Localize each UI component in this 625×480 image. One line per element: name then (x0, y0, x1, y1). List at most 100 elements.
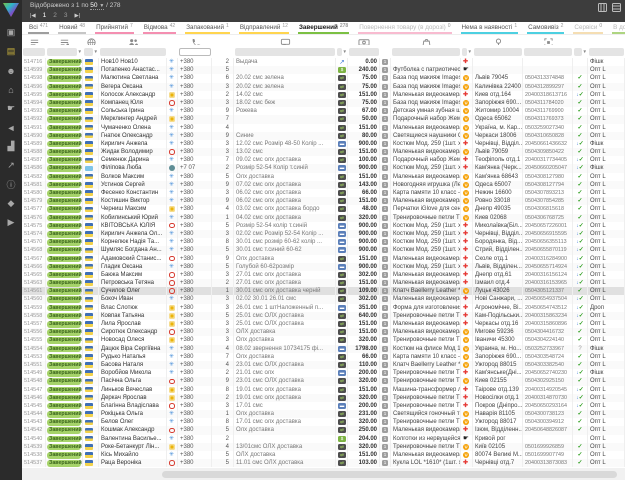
tab-Всі[interactable]: Всі471 (28, 22, 49, 34)
order-row[interactable]: 514590ЗавершенийГнатюк Олександр✳+3809Си… (22, 132, 625, 140)
filter-input-country[interactable] (84, 48, 93, 56)
order-row[interactable]: 514716ЗавершенийНов10 Нов10✳+3802Выдача↗… (22, 58, 625, 66)
tab-Самовивіз[interactable]: Самовивіз2 (527, 22, 564, 34)
tab-Повернення товару (в дорозі)[interactable]: Повернення товару (в дорозі)0 (358, 22, 451, 34)
order-row[interactable]: 514561ЗавершенийСучилов Олег+380130.01 с… (22, 287, 625, 295)
filter-input-amount[interactable] (349, 48, 379, 56)
filter-input-phone[interactable] (179, 48, 211, 56)
filter-input-client_type[interactable] (589, 48, 624, 56)
order-row[interactable]: 514586ЗавершенийФіліпова Люба+7 072Розмі… (22, 164, 625, 172)
order-row[interactable]: 514599ЗавершенийПотапенко Анастас...✳+38… (22, 66, 625, 74)
order-row[interactable]: 514549ЗавершенийВоробйов Микола✳+380221.… (22, 369, 625, 377)
filter-amount[interactable] (348, 45, 380, 58)
order-row[interactable]: 514557ЗавершенийЛила Ярослав+380325.01 с… (22, 320, 625, 328)
order-row[interactable]: 514540ЗавершенийВалентина Василье...✳+38… (22, 435, 625, 443)
settings-icon[interactable] (612, 3, 621, 12)
first-page-icon[interactable]: |◀ (30, 13, 36, 19)
order-row[interactable]: 514563ЗавершенийПетровська Тетяна+380227… (22, 279, 625, 287)
page-number[interactable]: 1 (43, 12, 47, 19)
filter-carrier[interactable]: ▼ (461, 45, 473, 58)
order-row[interactable]: 514574ЗавершенийКирилич Анжела Ол...✳+38… (22, 230, 625, 238)
filter-country[interactable]: ▼ (83, 45, 99, 58)
order-row[interactable]: 514545ЗавершенийБлагінна Владіслава+3803… (22, 402, 625, 410)
order-row[interactable]: 514591ЗавершенийЧумаченко Олена✳+3804⇄15… (22, 124, 625, 132)
order-row[interactable]: 514592ЗавершенийМерклингер Андрей+3807⇄5… (22, 115, 625, 123)
clients-icon[interactable]: ☻ (0, 61, 22, 80)
order-row[interactable]: 514568ЗавершенийШумляс Богдана Ан...✳+38… (22, 246, 625, 254)
order-row[interactable]: 514556ЗавершенийСиротюк Олександр+3803ОЛ… (22, 328, 625, 336)
tab-В дорозі додому[interactable]: В дорозі додому (612, 22, 625, 34)
tab-Відправлений[interactable]: Відправлений12 (239, 22, 289, 34)
order-row[interactable]: 514539ЗавершенийРоке-Бетанкурт Лін...+38… (22, 443, 625, 451)
app-logo[interactable] (3, 3, 19, 17)
order-row[interactable]: 514582ЗавершенийВолков Максим✳+3805Олх д… (22, 173, 625, 181)
filter-comment[interactable] (234, 45, 336, 58)
tab-Сервіси[interactable]: Сервіси0 (573, 22, 603, 34)
tab-Запакований[interactable]: Запакований1 (185, 22, 230, 34)
filter-phone[interactable] (178, 45, 212, 58)
columns-icon[interactable] (598, 3, 607, 12)
filter-input-client_name[interactable] (100, 48, 166, 56)
info-icon[interactable]: ⓘ (0, 175, 22, 194)
order-row[interactable]: 514542ЗавершенийКошмак Александр+3805Олх… (22, 426, 625, 434)
order-row[interactable]: 514587ЗавершенийСеменюк Дарина✳+380709.0… (22, 156, 625, 164)
stats-icon[interactable]: ▟ (0, 137, 22, 156)
filter-city[interactable] (473, 45, 523, 58)
filter-input-ttn[interactable] (524, 48, 572, 56)
last-page-icon[interactable]: ▶| (75, 13, 81, 19)
integrations-icon[interactable]: ↗ (0, 156, 22, 175)
filter-product[interactable] (391, 45, 461, 58)
filter-input-carrier[interactable] (462, 48, 467, 56)
order-row[interactable]: 514577ЗавершенийЧерниш Максим+380403.02 … (22, 205, 625, 213)
order-row[interactable]: 514580ЗавершенийФесенко Константин✳+3803… (22, 189, 625, 197)
order-row[interactable]: 514537ЗавершенийРаца Вероніка+380511.01 … (22, 459, 625, 467)
horizontal-scrollbar[interactable] (22, 468, 625, 480)
scrollbar-thumb[interactable] (162, 471, 617, 478)
order-row[interactable]: 514560ЗавершенийБокоч Иван✳+380302.02 30… (22, 295, 625, 303)
tab-Відмова[interactable]: Відмова42 (143, 22, 176, 34)
order-row[interactable]: 514581ЗавершенийУстинов Сергей✳+380907.0… (22, 181, 625, 189)
filter-input-city[interactable] (474, 48, 522, 56)
filter-input-id[interactable] (23, 48, 45, 56)
marketing-icon[interactable]: ◄ (0, 118, 22, 137)
order-row[interactable]: 514553ЗавершенийРудько Наталья✳+3807Олх … (22, 353, 625, 361)
tab-Нема в наявності[interactable]: Нема в наявності1 (461, 22, 519, 34)
filter-status[interactable]: ▼ (46, 45, 83, 58)
filter-client_name[interactable] (99, 45, 167, 58)
filter-check[interactable]: ▼ (573, 45, 588, 58)
order-row[interactable]: 514575ЗавершенийКВІТОВСЬКА ЮЛІЯ+3805Розм… (22, 222, 625, 230)
filter-id[interactable] (22, 45, 46, 58)
tab-Прийнятий[interactable]: Прийнятий7 (95, 22, 134, 34)
filter-input-status[interactable] (47, 48, 77, 56)
filter-payment[interactable]: ▼ (336, 45, 348, 58)
filter-input-payment[interactable] (337, 48, 342, 56)
page-number[interactable]: 2 (53, 12, 57, 19)
page-number[interactable]: 3 (64, 12, 68, 19)
sales-icon[interactable]: ☛ (0, 99, 22, 118)
order-row[interactable]: 514548ЗавершенийПасічна Ольга+380923.01 … (22, 377, 625, 385)
tab-Завершений[interactable]: Завершений278 (298, 22, 349, 34)
order-row[interactable]: 514595ЗавершенийКолосок Александр+380214… (22, 91, 625, 99)
order-row[interactable]: 514566ЗавершенийГладик Оксана✳+3805Голуб… (22, 263, 625, 271)
order-row[interactable]: 514555ЗавершенийНовосад Олеся+3803Олх до… (22, 336, 625, 344)
order-row[interactable]: 514588ЗавершенийЖидак Володимир+380313.0… (22, 148, 625, 156)
order-row[interactable]: 514543ЗавершенийБелов Олег✳+380817.01 см… (22, 418, 625, 426)
order-row[interactable]: 514551ЗавершенийБасова Наталя✳+380423.01… (22, 361, 625, 369)
order-row[interactable]: 514554ЗавершенийДацюк Віра Сергіївна✳+38… (22, 345, 625, 353)
filter-ttn[interactable] (523, 45, 573, 58)
order-row[interactable]: 514559ЗавершенийВлас Слотюк+380326.01 см… (22, 304, 625, 312)
order-row[interactable]: 514558ЗавершенийКовпак Татьяна+380525.01… (22, 312, 625, 320)
orders-icon[interactable]: ▤ (0, 42, 22, 61)
video-icon[interactable]: ▶ (0, 213, 22, 232)
order-row[interactable]: 514544ЗавершенийРокіцька Ольга✳+3801Олх … (22, 410, 625, 418)
security-icon[interactable]: ◆ (0, 194, 22, 213)
order-row[interactable]: 514593ЗавершенийСольська Ірина✳+3809Роже… (22, 107, 625, 115)
company-icon[interactable]: ⌂ (0, 80, 22, 99)
order-row[interactable]: 514596ЗавершенийВегера Оксана✳+380320.02… (22, 83, 625, 91)
filter-input-check[interactable] (574, 48, 582, 56)
order-row[interactable]: 514594ЗавершенийКомпанец Юля+380318.02 с… (22, 99, 625, 107)
order-row[interactable]: 514576ЗавершенийКобилинський Юрий✳+38010… (22, 214, 625, 222)
order-row[interactable]: 514565ЗавершенийБаюка Максим+380327.01 с… (22, 271, 625, 279)
order-row[interactable]: 514598ЗавершенийМалютина Светлана✳+38062… (22, 74, 625, 82)
filter-client_type[interactable] (588, 45, 625, 58)
